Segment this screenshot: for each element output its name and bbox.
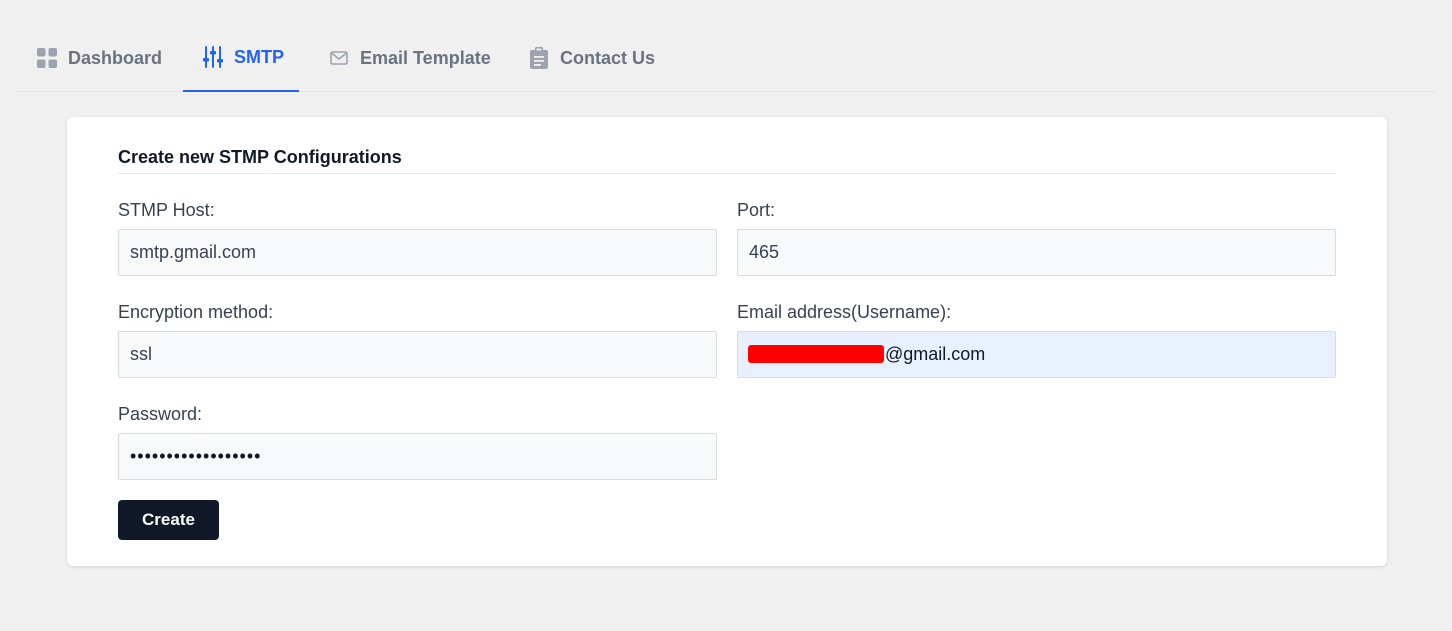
tab-dashboard-label: Dashboard <box>68 47 163 68</box>
tab-contact-us[interactable]: Contact Us <box>528 26 655 92</box>
tab-contact-us-label: Contact Us <box>560 47 656 68</box>
tab-smtp-label: SMTP <box>234 46 285 67</box>
encryption-label: Encryption method: <box>118 302 274 322</box>
tab-dashboard[interactable]: Dashboard <box>36 26 162 92</box>
host-label: STMP Host: <box>118 200 215 220</box>
envelope-icon <box>328 47 350 69</box>
encryption-input[interactable] <box>118 331 717 378</box>
clipboard-icon <box>528 47 550 69</box>
password-input[interactable] <box>118 433 717 480</box>
port-input[interactable] <box>737 229 1336 276</box>
grid-icon <box>36 47 58 69</box>
tab-bar: Dashboard SMTP Email Template Contact Us <box>16 26 1436 92</box>
tab-smtp[interactable]: SMTP <box>183 26 299 92</box>
host-input[interactable] <box>118 229 717 276</box>
tab-email-template-label: Email Template <box>360 47 491 68</box>
form-title: Create new STMP Configurations <box>118 147 1336 174</box>
redaction-mark <box>748 345 884 363</box>
create-button[interactable]: Create <box>118 500 219 540</box>
email-label: Email address(Username): <box>737 302 952 322</box>
port-label: Port: <box>737 200 776 220</box>
smtp-config-card: Create new STMP Configurations STMP Host… <box>67 117 1387 566</box>
password-label: Password: <box>118 404 203 424</box>
sliders-icon <box>202 46 224 68</box>
tab-email-template[interactable]: Email Template <box>328 26 491 92</box>
